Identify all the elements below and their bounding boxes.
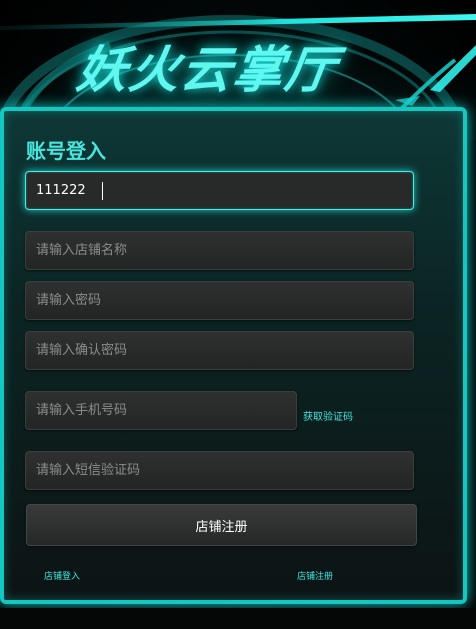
shop-register-button[interactable]: 店铺注册 [26, 504, 417, 546]
app-title: 妖火云掌厅 [73, 41, 342, 99]
confirm-password-input[interactable] [26, 332, 413, 369]
shop-register-link[interactable]: 店铺注册 [297, 569, 333, 582]
account-input[interactable] [26, 172, 413, 209]
sms-code-field[interactable] [25, 451, 414, 490]
shop-name-field[interactable] [25, 231, 414, 270]
register-panel: 账号登入 获取验证码 店铺注册 店铺登入 店铺注册 [0, 107, 467, 604]
phone-input[interactable] [26, 392, 296, 429]
sms-code-input[interactable] [26, 452, 413, 489]
confirm-password-field[interactable] [25, 331, 414, 370]
password-field[interactable] [25, 281, 414, 320]
register-page: 妖火云掌厅 账号登入 获取验证码 店铺注册 店铺登入 店铺注册 [0, 0, 476, 629]
text-cursor [102, 182, 103, 200]
form-heading: 账号登入 [26, 139, 106, 163]
phone-field[interactable] [25, 391, 297, 430]
bottom-strip [0, 608, 476, 629]
shop-name-input[interactable] [26, 232, 413, 269]
password-input[interactable] [26, 282, 413, 319]
account-field[interactable] [25, 171, 414, 210]
shop-login-link[interactable]: 店铺登入 [44, 569, 80, 582]
get-code-link[interactable]: 获取验证码 [303, 408, 353, 423]
